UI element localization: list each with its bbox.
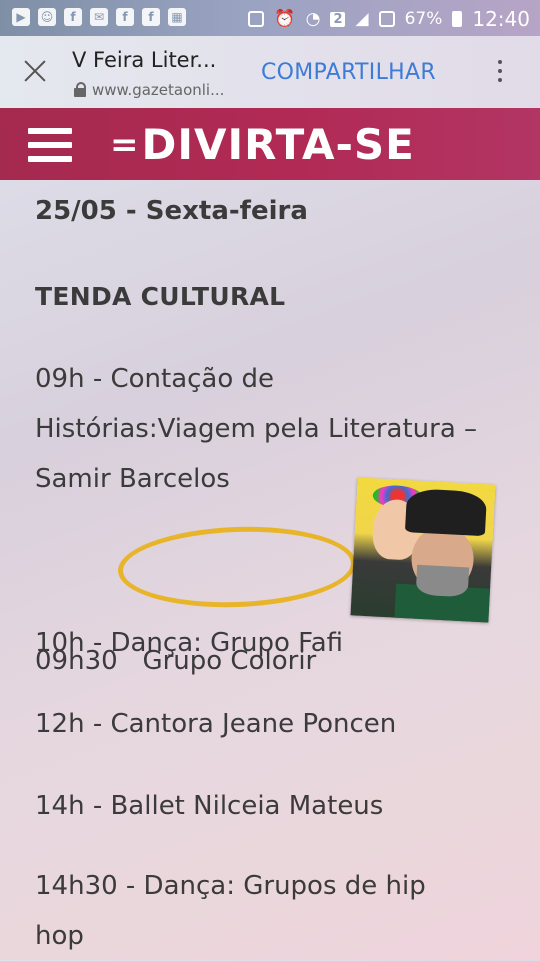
menu-icon[interactable] bbox=[28, 128, 72, 170]
section-heading: TENDA CULTURAL bbox=[35, 282, 286, 311]
schedule-item: 14h30 - Dança: Grupos de hip hop bbox=[35, 871, 426, 951]
cast-icon bbox=[248, 11, 265, 27]
browser-toolbar: V Feira Liter... www.gazetaonli... COMPA… bbox=[0, 36, 540, 108]
battery-icon bbox=[452, 11, 463, 27]
facebook-icon: f bbox=[142, 8, 160, 26]
share-button[interactable]: COMPARTILHAR bbox=[261, 60, 436, 85]
wifi-icon: ◔ bbox=[305, 9, 321, 29]
notification-icons: ▶ ☺ f ✉ f f ▦ bbox=[12, 8, 186, 26]
lock-icon bbox=[74, 82, 86, 97]
system-icons: ⏰ ◔ 2 ◢ 67% 12:40 bbox=[248, 7, 530, 31]
performers-photo bbox=[350, 477, 496, 623]
site-logo[interactable]: =DIVIRTA-SE bbox=[110, 120, 415, 169]
site-header: =DIVIRTA-SE bbox=[0, 108, 540, 180]
signal-box-icon bbox=[378, 11, 395, 27]
schedule-item: 10h - Dança: Grupo Fafi bbox=[35, 628, 344, 658]
facebook-icon: f bbox=[64, 8, 82, 26]
video-call-icon: ▶ bbox=[12, 8, 30, 26]
more-options-icon[interactable] bbox=[498, 60, 502, 87]
schedule-item: 12h - Cantora Jeane Poncen bbox=[35, 709, 397, 739]
android-icon: ☺ bbox=[38, 8, 56, 26]
sim-slot-icon: 2 bbox=[330, 11, 346, 27]
status-bar: ▶ ☺ f ✉ f f ▦ ⏰ ◔ 2 ◢ 67% 12:40 bbox=[0, 0, 540, 36]
event-date: 25/05 - Sexta-feira bbox=[35, 196, 308, 226]
battery-percent: 67% bbox=[404, 9, 443, 29]
messenger-icon: ✉ bbox=[90, 8, 108, 26]
signal-icon: ◢ bbox=[355, 9, 369, 29]
page-title: V Feira Liter... bbox=[72, 48, 217, 72]
schedule-item: 14h - Ballet Nilceia Mateus bbox=[35, 791, 384, 821]
store-icon: ▦ bbox=[168, 8, 186, 26]
facebook-icon: f bbox=[116, 8, 134, 26]
clock: 12:40 bbox=[472, 7, 530, 31]
alarm-icon: ⏰ bbox=[274, 9, 296, 29]
close-icon[interactable] bbox=[22, 58, 48, 84]
page-url[interactable]: www.gazetaonli... bbox=[92, 81, 224, 99]
